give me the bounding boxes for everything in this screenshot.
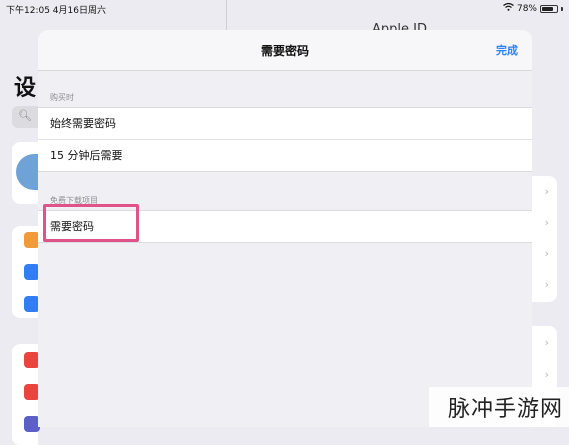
- chevron-right-icon: ›: [544, 216, 549, 229]
- settings-group-connectivity: [12, 226, 40, 318]
- right-pane-group: › › › ›: [532, 176, 557, 302]
- status-right: 78%: [503, 2, 563, 14]
- chevron-right-icon: ›: [544, 185, 549, 198]
- profile-card[interactable]: [12, 142, 38, 204]
- watermark: 脉冲手游网: [429, 387, 569, 427]
- settings-search-field[interactable]: 🔍︎: [12, 106, 38, 128]
- battery-percent: 78%: [516, 3, 537, 14]
- settings-title: 设: [14, 76, 37, 101]
- option-after-15-minutes[interactable]: 15 分钟后需要: [38, 139, 532, 171]
- purchases-group: 始终需要密码 15 分钟后需要: [38, 107, 532, 172]
- battery-icon: [540, 4, 558, 13]
- status-time-date: 下午12:05 4月16日周六: [6, 6, 106, 16]
- watermark-text: 脉冲手游网: [447, 397, 563, 422]
- split-divider: [226, 0, 227, 30]
- highlight-box: [43, 204, 139, 242]
- avatar: [16, 154, 38, 190]
- status-bar: 下午12:05 4月16日周六 78%: [0, 0, 569, 18]
- chevron-right-icon: ›: [544, 368, 549, 381]
- settings-group-notifications: [12, 344, 40, 445]
- chevron-right-icon: ›: [544, 247, 549, 260]
- battery-cap: [561, 6, 563, 11]
- search-icon: 🔍︎: [18, 109, 32, 122]
- chevron-right-icon: ›: [544, 336, 549, 349]
- done-button[interactable]: 完成: [496, 42, 518, 58]
- sheet-title: 需要密码: [260, 44, 309, 58]
- wifi-icon: [503, 2, 514, 14]
- settings-sidebar: 设 🔍︎: [0, 18, 40, 445]
- option-always-require[interactable]: 始终需要密码: [38, 108, 532, 139]
- chevron-right-icon: ›: [544, 278, 549, 291]
- section-header-purchases: 购买时: [50, 93, 74, 102]
- sheet-nav-bar: 需要密码 完成: [38, 30, 532, 71]
